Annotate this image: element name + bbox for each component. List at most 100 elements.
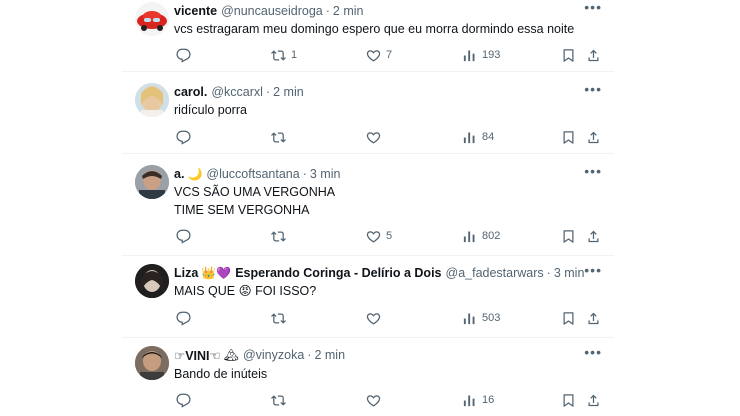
bookmark-button[interactable]	[561, 226, 576, 246]
views-button[interactable]: 84	[462, 127, 494, 147]
bookmark-button[interactable]	[561, 127, 576, 147]
reply-icon	[176, 229, 191, 244]
action-bar: 84	[166, 127, 614, 147]
retweet-button[interactable]	[271, 226, 291, 246]
reply-icon	[176, 48, 191, 63]
avatar[interactable]	[135, 264, 169, 298]
share-button[interactable]	[586, 127, 601, 147]
post-time[interactable]: 3 min	[310, 167, 341, 181]
user-handle[interactable]: @vinyzoka	[243, 348, 304, 362]
user-handle[interactable]: @kccarxl	[211, 85, 263, 99]
like-button[interactable]	[366, 390, 386, 410]
avatar[interactable]	[135, 83, 169, 117]
like-button[interactable]: 5	[366, 226, 392, 246]
action-bar: 503	[166, 308, 614, 328]
share-icon	[588, 394, 599, 406]
bookmark-icon	[563, 130, 574, 144]
post-header: ☞VINI☜ 🏔 @vinyzoka · 2 min	[174, 346, 345, 364]
post-text: vcs estragaram meu domingo espero que eu…	[174, 22, 575, 36]
share-button[interactable]	[586, 390, 601, 410]
bookmark-button[interactable]	[561, 45, 576, 65]
retweet-icon	[271, 394, 286, 406]
display-name[interactable]: vicente	[174, 4, 217, 18]
share-button[interactable]	[586, 45, 601, 65]
post-header: carol. @kccarxl · 2 min	[174, 83, 304, 101]
views-button[interactable]: 802	[462, 226, 500, 246]
share-button[interactable]	[586, 308, 601, 328]
display-name[interactable]: a.	[174, 167, 184, 181]
name-emoji: 👑💜	[201, 266, 232, 280]
post-text: ridículo porra	[174, 103, 247, 117]
bookmark-button[interactable]	[561, 390, 576, 410]
separator-dot: ·	[265, 85, 271, 99]
reply-post[interactable]: ☞VINI☜ 🏔 @vinyzoka · 2 min ••• Bando de …	[122, 338, 614, 416]
retweet-count: 1	[291, 49, 298, 61]
reply-post[interactable]: vicente @nuncauseidroga · 2 min ••• vcs …	[122, 0, 614, 72]
retweet-icon	[271, 131, 286, 143]
name-emoji: 🏔	[223, 348, 239, 362]
reply-post[interactable]: carol. @kccarxl · 2 min ••• ridículo por…	[122, 72, 614, 154]
user-handle[interactable]: @a_fadestarwars	[446, 266, 544, 280]
more-icon[interactable]: •••	[584, 263, 602, 277]
views-button[interactable]: 503	[462, 308, 500, 328]
action-bar: 16	[166, 390, 614, 410]
views-count: 16	[482, 394, 495, 406]
retweet-button[interactable]	[271, 390, 291, 410]
separator-dot: ·	[546, 266, 551, 280]
retweet-button[interactable]: 1	[271, 45, 297, 65]
views-count: 802	[482, 230, 501, 242]
post-header: Liza 👑💜 Esperando Coringa - Delírio a Do…	[174, 264, 584, 282]
like-icon	[366, 394, 381, 407]
reply-button[interactable]	[176, 390, 196, 410]
avatar[interactable]	[135, 2, 169, 36]
user-handle[interactable]: @luccoftsantana	[206, 167, 299, 181]
like-button[interactable]	[366, 308, 386, 328]
views-button[interactable]: 193	[462, 45, 500, 65]
views-icon	[463, 395, 475, 406]
like-icon	[366, 230, 381, 243]
more-icon[interactable]: •••	[584, 82, 602, 96]
display-name[interactable]: carol.	[174, 85, 207, 99]
retweet-button[interactable]	[271, 127, 291, 147]
views-icon	[463, 50, 475, 61]
post-time[interactable]: 2 min	[314, 348, 345, 362]
like-button[interactable]	[366, 127, 386, 147]
more-icon[interactable]: •••	[584, 164, 602, 178]
like-icon	[366, 131, 381, 144]
share-icon	[588, 230, 599, 242]
action-bar: 1 7 193	[166, 45, 614, 65]
avatar[interactable]	[135, 346, 169, 380]
retweet-button[interactable]	[271, 308, 291, 328]
display-name[interactable]: ☞VINI☜	[174, 348, 221, 363]
reply-post[interactable]: a. 🌙 @luccoftsantana · 3 min ••• VCS SÃO…	[122, 154, 614, 256]
like-button[interactable]: 7	[366, 45, 392, 65]
user-handle[interactable]: @nuncauseidroga	[221, 4, 323, 18]
more-icon[interactable]: •••	[584, 0, 602, 14]
views-button[interactable]: 16	[462, 390, 494, 410]
display-name[interactable]: Liza	[174, 266, 198, 280]
separator-dot: ·	[325, 4, 330, 18]
action-bar: 5 802	[166, 226, 614, 246]
reply-post[interactable]: Liza 👑💜 Esperando Coringa - Delírio a Do…	[122, 256, 614, 338]
bookmark-icon	[563, 393, 574, 407]
reply-button[interactable]	[176, 226, 196, 246]
reply-icon	[176, 130, 191, 145]
post-time[interactable]: 2 min	[273, 85, 304, 99]
bookmark-button[interactable]	[561, 308, 576, 328]
avatar[interactable]	[135, 165, 169, 199]
more-icon[interactable]: •••	[584, 345, 602, 359]
name-emoji: 🌙	[187, 167, 203, 181]
reply-button[interactable]	[176, 308, 196, 328]
like-icon	[366, 312, 381, 325]
reply-button[interactable]	[176, 45, 196, 65]
post-time[interactable]: 2 min	[333, 4, 364, 18]
bookmark-icon	[563, 311, 574, 325]
separator-dot: ·	[302, 167, 307, 181]
display-name-suffix[interactable]: Esperando Coringa - Delírio a Dois	[235, 266, 441, 280]
reply-button[interactable]	[176, 127, 196, 147]
share-button[interactable]	[586, 226, 601, 246]
like-icon	[366, 49, 381, 62]
views-count: 193	[482, 49, 501, 61]
post-time[interactable]: 3 min	[554, 266, 585, 280]
post-header: vicente @nuncauseidroga · 2 min	[174, 2, 364, 20]
